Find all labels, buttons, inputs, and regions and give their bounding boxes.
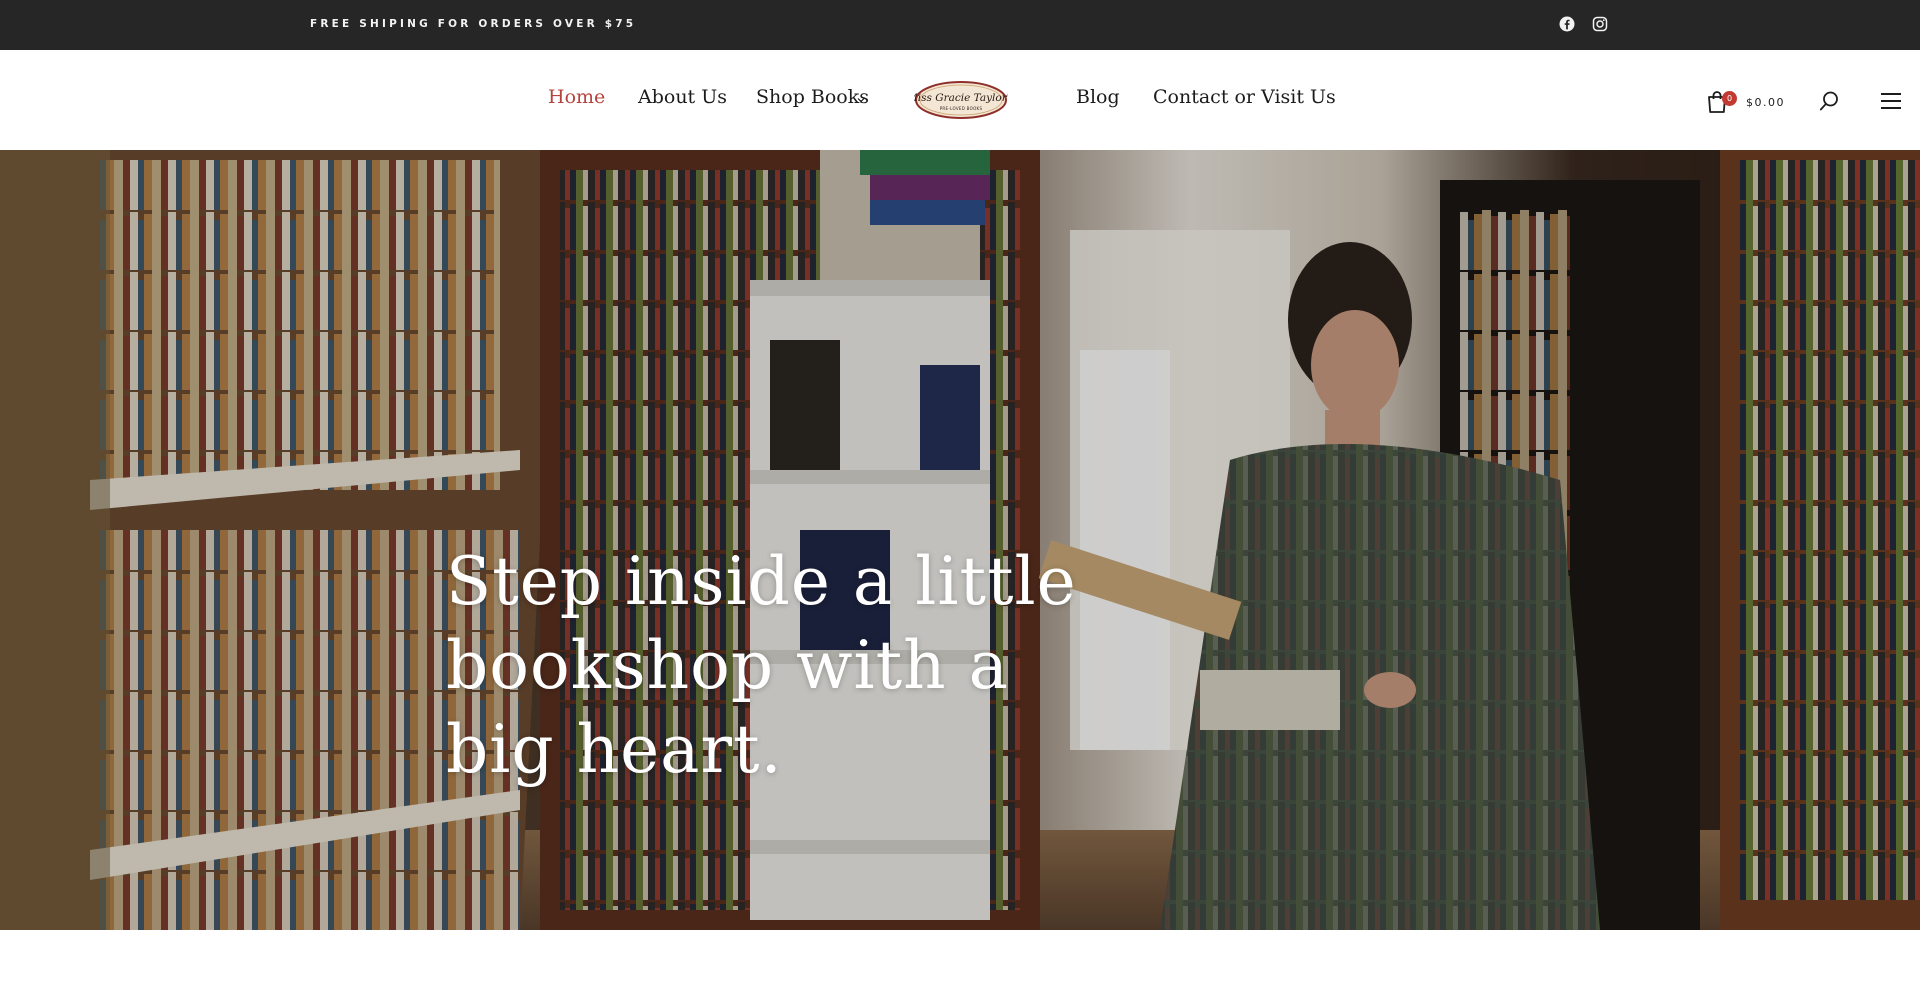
site-logo[interactable]: Miss Gracie Taylor's PRE-LOVED BOOKS	[914, 79, 1008, 121]
logo-script-text: Miss Gracie Taylor's	[914, 92, 1008, 104]
cart-total[interactable]: $0.00	[1746, 96, 1785, 109]
nav-about-link[interactable]: About Us	[638, 86, 727, 108]
announcement-bar: FREE SHIPING FOR ORDERS OVER $75	[0, 0, 1920, 50]
nav-blog-link[interactable]: Blog	[1076, 86, 1120, 108]
nav-home-link[interactable]: Home	[548, 86, 605, 108]
facebook-icon[interactable]	[1559, 16, 1575, 32]
cart-count-badge: 0	[1722, 91, 1737, 106]
logo-tagline-text: PRE-LOVED BOOKS	[940, 106, 983, 111]
instagram-icon[interactable]	[1592, 16, 1608, 32]
hero-banner: Step inside a little bookshop with a big…	[0, 150, 1920, 930]
nav-contact-link[interactable]: Contact or Visit Us	[1153, 86, 1336, 108]
site-header: Home About Us Shop Books Miss Gracie Tay…	[0, 50, 1920, 150]
hero-heading: Step inside a little bookshop with a big…	[446, 543, 1077, 788]
hamburger-menu-icon[interactable]	[1880, 92, 1902, 110]
nav-shop-books-link[interactable]: Shop Books	[756, 86, 869, 108]
chevron-down-icon[interactable]	[855, 94, 867, 106]
search-icon[interactable]	[1818, 90, 1840, 112]
free-shipping-text: FREE SHIPING FOR ORDERS OVER $75	[310, 18, 637, 30]
